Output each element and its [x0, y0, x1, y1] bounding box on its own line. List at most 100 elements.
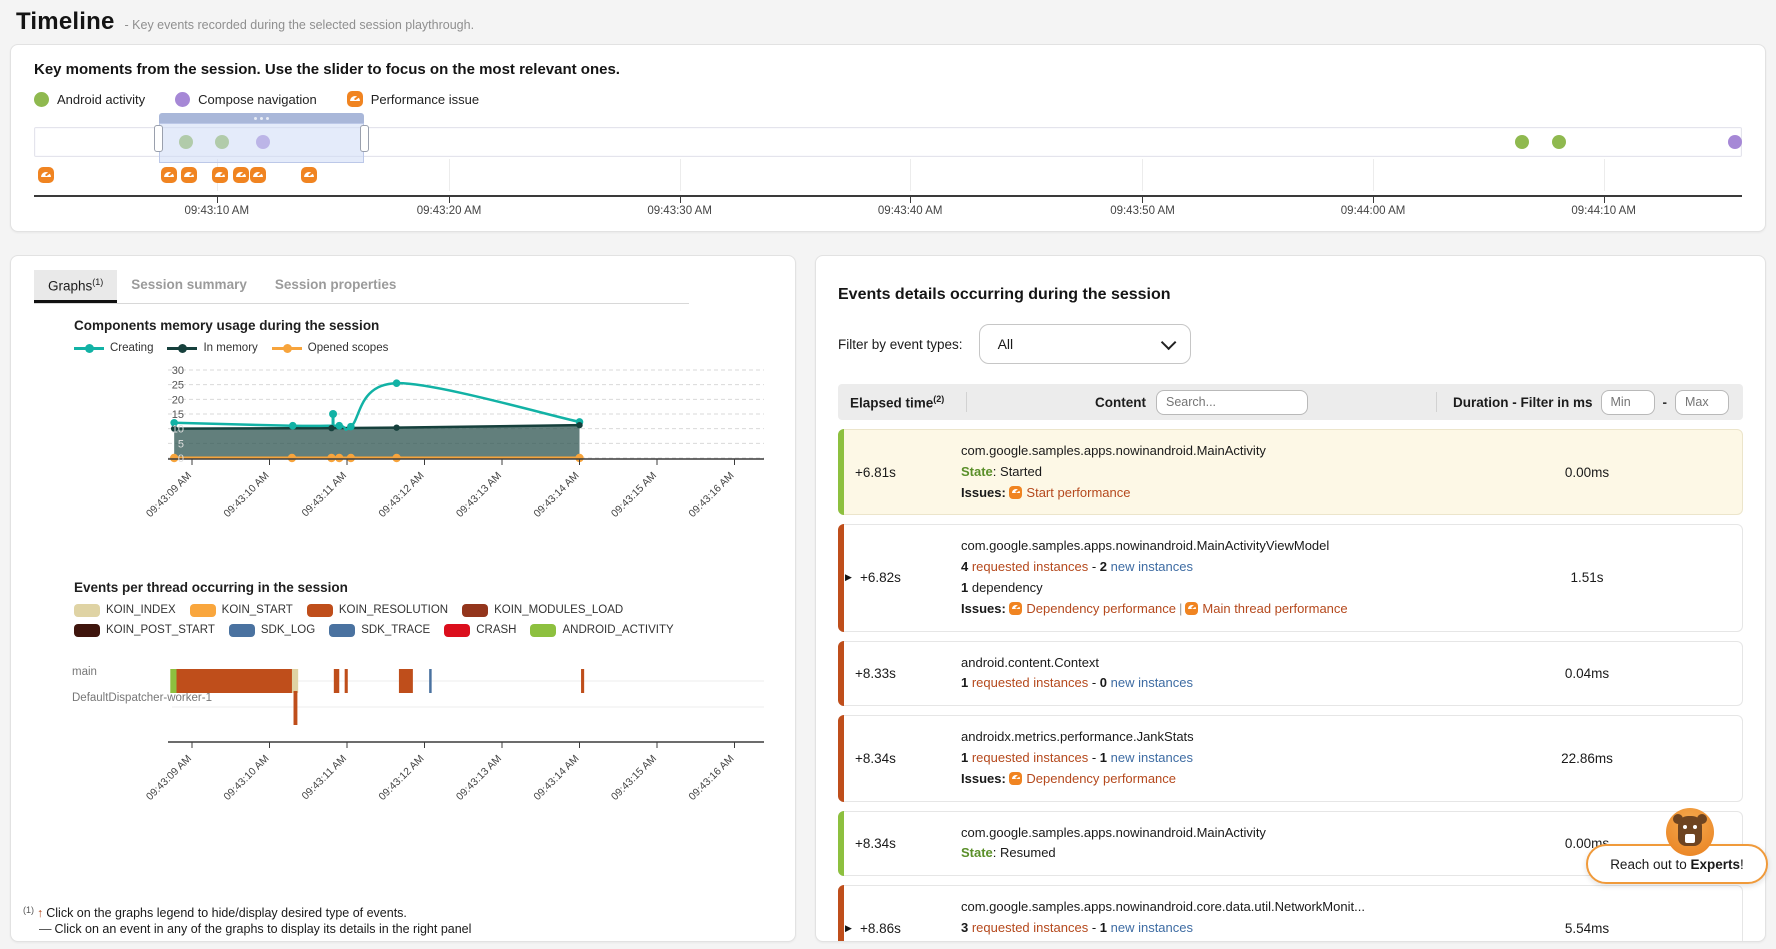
- performance-issue-marker[interactable]: [38, 167, 54, 183]
- legend-label: KOIN_RESOLUTION: [339, 604, 448, 616]
- tab-graphs[interactable]: Graphs(1): [34, 270, 117, 303]
- expert-avatar[interactable]: [1666, 808, 1714, 856]
- svg-text:09:43:13 AM: 09:43:13 AM: [454, 469, 504, 519]
- duration-max-input[interactable]: [1675, 390, 1729, 415]
- event-dot-icon: [34, 92, 49, 107]
- timeline-legend: Android activity Compose navigation Perfor…: [34, 91, 1742, 107]
- category-swatch-icon: [307, 604, 333, 617]
- duration-column-header: Duration - Filter in ms: [1453, 395, 1593, 410]
- duration-min-input[interactable]: [1601, 390, 1655, 415]
- legend-label: KOIN_POST_START: [106, 624, 215, 636]
- event-elapsed-time: ▶+6.82s: [851, 534, 955, 621]
- thread-legend-item[interactable]: KOIN_RESOLUTION: [307, 604, 448, 617]
- timeline-legend-item[interactable]: Performance issue: [347, 91, 479, 107]
- event-accent-bar: [838, 429, 844, 515]
- legend-label: Compose navigation: [198, 92, 317, 107]
- event-content: com.google.samples.apps.nowinandroid.cor…: [955, 895, 1444, 942]
- performance-issue-marker[interactable]: [181, 167, 197, 183]
- timeline-gridline: [680, 159, 681, 191]
- timeline-legend-item[interactable]: Android activity: [34, 92, 145, 107]
- footnote-line2: Click on an event in any of the graphs t…: [55, 922, 472, 936]
- slider-right-handle[interactable]: [360, 125, 369, 152]
- memory-chart-legend: Creating In memory Opened scopes: [74, 342, 714, 354]
- category-swatch-icon: [530, 624, 556, 637]
- timeline-event-dot[interactable]: [1515, 135, 1529, 149]
- legend-toggle-arrow-icon: ↑: [34, 906, 46, 920]
- axis-tick-label: 09:43:30 AM: [647, 205, 712, 217]
- slider-range-fill[interactable]: [159, 123, 364, 163]
- event-dot-icon: [175, 92, 190, 107]
- category-swatch-icon: [444, 624, 470, 637]
- line-marker-icon: [167, 343, 197, 352]
- axis-tick: [1373, 197, 1374, 203]
- axis-tick-label: 09:43:40 AM: [878, 205, 943, 217]
- slider-drag-handle[interactable]: [159, 113, 364, 123]
- graphs-footnote: (1)↑Click on the graphs legend to hide/d…: [23, 905, 471, 938]
- legend-label: In memory: [203, 342, 257, 354]
- event-accent-bar: [838, 811, 844, 877]
- timeline-slider[interactable]: 09:43:10 AM09:43:20 AM09:43:30 AM09:43:4…: [34, 119, 1742, 219]
- event-duration: 0.00ms: [1444, 439, 1730, 505]
- performance-issue-icon: [347, 91, 363, 107]
- line-marker-icon: [74, 343, 104, 352]
- thread-legend-item[interactable]: CRASH: [444, 624, 516, 637]
- performance-issue-marker[interactable]: [250, 167, 266, 183]
- timeline-gridline: [1142, 159, 1143, 191]
- svg-text:09:43:09 AM: 09:43:09 AM: [144, 469, 194, 519]
- event-type-dropdown[interactable]: All: [979, 324, 1191, 364]
- thread-legend-item[interactable]: KOIN_POST_START: [74, 624, 215, 637]
- timeline-gridline: [910, 159, 911, 191]
- legend-label: SDK_LOG: [261, 624, 315, 636]
- memory-legend-item[interactable]: In memory: [167, 342, 257, 354]
- thread-legend-item[interactable]: KOIN_MODULES_LOAD: [462, 604, 623, 617]
- event-elapsed-time: +8.33s: [851, 651, 955, 697]
- event-accent-bar: [838, 641, 844, 707]
- svg-text:09:43:10 AM: 09:43:10 AM: [221, 752, 271, 802]
- category-swatch-icon: [74, 604, 100, 617]
- event-row[interactable]: ▶+6.82scom.google.samples.apps.nowinandr…: [838, 524, 1743, 631]
- axis-tick: [910, 197, 911, 203]
- category-swatch-icon: [74, 624, 100, 637]
- tab-session-properties[interactable]: Session properties: [261, 270, 411, 303]
- event-row[interactable]: +8.33sandroid.content.Context1 requested…: [838, 641, 1743, 707]
- memory-usage-chart[interactable]: 09:43:09 AM09:43:10 AM09:43:11 AM09:43:1…: [64, 354, 796, 542]
- performance-issue-marker[interactable]: [161, 167, 177, 183]
- slider-selected-range[interactable]: [159, 113, 364, 163]
- event-duration: 22.86ms: [1444, 725, 1730, 791]
- thread-legend-item[interactable]: KOIN_INDEX: [74, 604, 176, 617]
- legend-label: KOIN_MODULES_LOAD: [494, 604, 623, 616]
- thread-legend-item[interactable]: SDK_TRACE: [329, 624, 430, 637]
- category-swatch-icon: [229, 624, 255, 637]
- memory-legend-item[interactable]: Creating: [74, 342, 153, 354]
- event-row[interactable]: ▶+8.86scom.google.samples.apps.nowinandr…: [838, 885, 1743, 942]
- thread-legend-item[interactable]: SDK_LOG: [229, 624, 315, 637]
- performance-issue-marker[interactable]: [212, 167, 228, 183]
- event-content: com.google.samples.apps.nowinandroid.Mai…: [955, 439, 1444, 505]
- legend-label: ANDROID_ACTIVITY: [562, 624, 673, 636]
- expand-triangle-icon[interactable]: ▶: [845, 923, 855, 934]
- performance-issue-marker[interactable]: [301, 167, 317, 183]
- line-marker-icon: [272, 343, 302, 352]
- content-search-input[interactable]: [1156, 390, 1308, 415]
- event-content: androidx.metrics.performance.JankStats1 …: [955, 725, 1444, 791]
- event-row[interactable]: +8.34sandroidx.metrics.performance.JankS…: [838, 715, 1743, 801]
- performance-issue-marker[interactable]: [233, 167, 249, 183]
- event-content: com.google.samples.apps.nowinandroid.Mai…: [955, 821, 1444, 867]
- event-accent-bar: [838, 885, 844, 942]
- slider-left-handle[interactable]: [154, 125, 163, 152]
- event-accent-bar: [838, 524, 844, 631]
- elapsed-time-column-header: Elapsed time(2): [838, 394, 966, 411]
- axis-tick-label: 09:43:10 AM: [184, 205, 249, 217]
- expand-triangle-icon[interactable]: ▶: [845, 572, 855, 583]
- event-row[interactable]: +6.81scom.google.samples.apps.nowinandro…: [838, 429, 1743, 515]
- thread-legend-item[interactable]: ANDROID_ACTIVITY: [530, 624, 673, 637]
- tab-session-summary[interactable]: Session summary: [117, 270, 261, 303]
- timeline-legend-item[interactable]: Compose navigation: [175, 92, 317, 107]
- svg-text:09:43:12 AM: 09:43:12 AM: [376, 469, 426, 519]
- events-per-thread-chart[interactable]: mainDefaultDispatcher-worker-109:43:09 A…: [64, 637, 796, 823]
- page-header: Timeline - Key events recorded during th…: [0, 0, 1776, 42]
- memory-legend-item[interactable]: Opened scopes: [272, 342, 389, 354]
- thread-legend-item[interactable]: KOIN_START: [190, 604, 293, 617]
- memory-chart-title: Components memory usage during the sessi…: [74, 318, 795, 333]
- svg-text:30: 30: [172, 365, 184, 377]
